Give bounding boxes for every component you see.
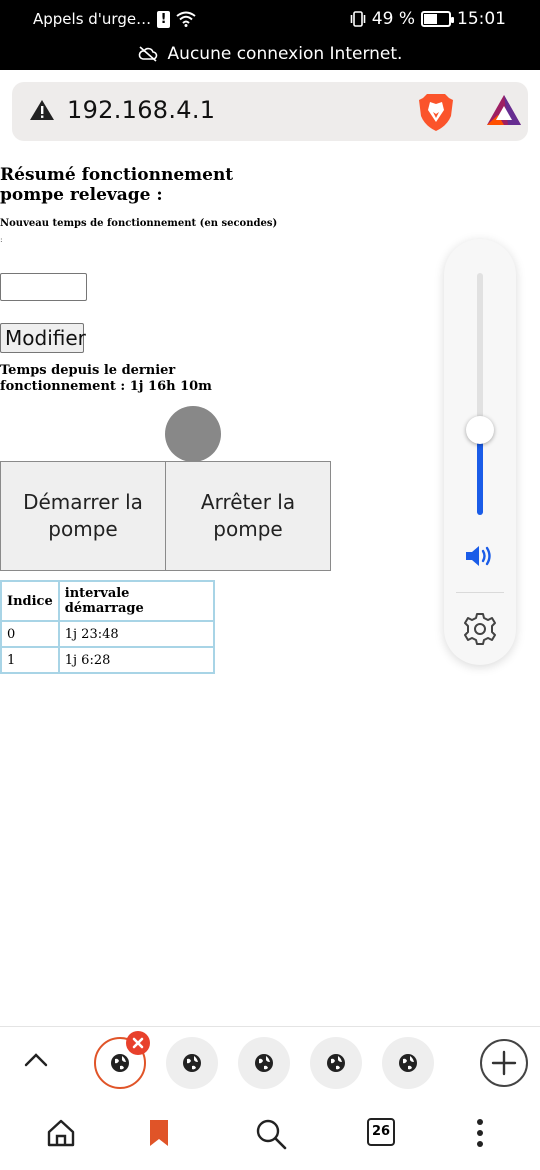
url-text[interactable]: 192.168.4.1	[67, 96, 215, 124]
close-tab-button[interactable]	[126, 1031, 150, 1055]
globe-icon	[327, 1054, 345, 1072]
tab-strip	[0, 1026, 540, 1098]
bat-rewards-icon[interactable]	[486, 94, 522, 126]
warning-icon[interactable]	[29, 99, 55, 121]
brave-shield-icon[interactable]	[417, 92, 455, 132]
more-options-icon[interactable]	[470, 1118, 490, 1148]
tab-item[interactable]	[166, 1037, 218, 1089]
table-cell-index: 1	[0, 646, 60, 674]
globe-icon	[255, 1054, 273, 1072]
table-cell-index: 0	[0, 620, 60, 648]
search-icon[interactable]	[255, 1118, 287, 1150]
battery-percent: 49 %	[371, 9, 415, 29]
table-header-row: Indice intervale démarrage	[0, 580, 215, 622]
cloud-off-icon	[138, 46, 157, 62]
stop-pump-button[interactable]: Arrêter la pompe	[165, 461, 331, 571]
volume-divider	[456, 592, 504, 593]
address-bar[interactable]: 192.168.4.1	[12, 82, 528, 141]
status-right: 49 % 15:01	[350, 9, 506, 29]
start-interval-table: Indice intervale démarrage 0 1j 23:48 1 …	[0, 580, 215, 674]
bottom-navigation: 26	[0, 1098, 540, 1170]
volume-slider[interactable]	[477, 273, 483, 515]
vibrate-icon	[350, 11, 366, 27]
globe-icon	[183, 1054, 201, 1072]
volume-slider-handle[interactable]	[466, 416, 494, 444]
carrier-text: Appels d'urge…	[33, 10, 152, 28]
battery-icon	[421, 11, 454, 27]
page-title: Résumé fonctionnement pompe relevage :	[0, 165, 234, 205]
elapsed-time-text: Temps depuis le dernier fonctionnement :…	[0, 363, 212, 394]
new-tab-button[interactable]	[480, 1039, 528, 1087]
gear-icon[interactable]	[463, 612, 497, 646]
alert-icon: !	[157, 10, 171, 28]
speaker-icon[interactable]	[464, 543, 496, 569]
runtime-input[interactable]	[0, 273, 87, 301]
close-icon	[132, 1037, 144, 1049]
offline-text: Aucune connexion Internet.	[167, 44, 403, 64]
modify-button[interactable]: Modifier	[0, 323, 86, 353]
volume-panel	[444, 239, 516, 665]
home-icon[interactable]	[46, 1118, 76, 1148]
pump-status-indicator	[165, 406, 221, 462]
wifi-icon	[176, 11, 196, 27]
runtime-label: Nouveau temps de fonctionnement (en seco…	[0, 218, 278, 229]
status-left: Appels d'urge… !	[33, 10, 196, 28]
offline-banner: Aucune connexion Internet.	[0, 38, 540, 70]
table-cell-interval: 1j 6:28	[57, 646, 215, 674]
tab-item[interactable]	[310, 1037, 362, 1089]
table-row: 1 1j 6:28	[0, 646, 215, 674]
tab-count-button[interactable]: 26	[367, 1118, 395, 1146]
column-header-interval: intervale démarrage	[57, 580, 215, 622]
chevron-up-icon[interactable]	[24, 1051, 48, 1067]
battery-level	[424, 14, 437, 24]
bookmark-icon[interactable]	[148, 1118, 170, 1148]
column-header-index: Indice	[0, 580, 60, 622]
tab-item[interactable]	[382, 1037, 434, 1089]
plus-icon	[491, 1050, 517, 1076]
clock: 15:01	[457, 9, 506, 29]
table-row: 0 1j 23:48	[0, 620, 215, 648]
runtime-colon: :	[0, 235, 3, 244]
start-pump-button[interactable]: Démarrer la pompe	[0, 461, 166, 571]
table-cell-interval: 1j 23:48	[57, 620, 215, 648]
tab-item[interactable]	[238, 1037, 290, 1089]
globe-icon	[111, 1054, 129, 1072]
globe-icon	[399, 1054, 417, 1072]
status-bar: Appels d'urge… ! 49 % 15:01	[0, 0, 540, 38]
